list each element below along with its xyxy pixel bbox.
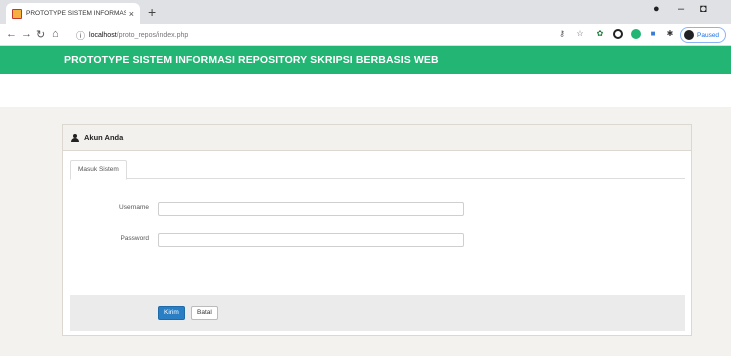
minimize-icon[interactable]: – [678, 3, 684, 15]
url-host: localhost [89, 31, 117, 39]
panel-tabs: Masuk Sistem [70, 160, 685, 180]
browser-tab-title: PROTOTYPE SISTEM INFORMASI [26, 10, 126, 17]
maximize-icon[interactable]: ◘ [700, 3, 707, 15]
account-circle-icon[interactable]: ● [653, 3, 660, 15]
avatar [684, 30, 694, 40]
page-body: Akun Anda Masuk Sistem Username Password… [0, 74, 731, 356]
url-path: /proto_repos/index.php [116, 31, 189, 39]
tab-close-icon[interactable]: × [129, 9, 134, 19]
cancel-button[interactable]: Batal [191, 306, 218, 320]
profile-label: Paused [697, 31, 720, 39]
top-strip [0, 74, 731, 107]
username-label: Username [119, 204, 149, 211]
password-label: Password [120, 235, 149, 242]
address-bar[interactable]: ⓘ localhost /proto_repos/index.php [76, 27, 536, 43]
tab-masuk-sistem[interactable]: Masuk Sistem [70, 160, 127, 180]
username-input[interactable] [158, 202, 464, 216]
panel-heading: Akun Anda [63, 125, 691, 151]
favicon-icon [12, 8, 22, 19]
site-title: PROTOTYPE SISTEM INFORMASI REPOSITORY SK… [64, 54, 439, 66]
puzzle-icon[interactable]: ✱ [665, 29, 675, 39]
home-icon[interactable]: ⌂ [52, 28, 59, 40]
new-tab-icon[interactable]: + [148, 4, 156, 20]
star-icon[interactable]: ☆ [575, 29, 585, 39]
submit-button[interactable]: Kirim [158, 306, 185, 320]
panel-title: Akun Anda [84, 133, 124, 142]
username-row: Username [63, 202, 693, 216]
login-panel: Akun Anda Masuk Sistem Username Password… [62, 124, 692, 336]
form-actions: Kirim Batal [70, 295, 685, 331]
extension-leaf-icon[interactable]: ✿ [595, 29, 605, 39]
back-arrow-icon[interactable]: ← [6, 28, 17, 40]
password-row: Password [63, 233, 693, 247]
browser-toolbar: ← → ↻ ⌂ ⓘ localhost /proto_repos/index.p… [0, 24, 731, 46]
browser-tab-strip: PROTOTYPE SISTEM INFORMASI × + ● – ◘ [0, 0, 731, 24]
profile-button[interactable]: Paused [680, 27, 727, 43]
info-icon[interactable]: ⓘ [76, 29, 85, 42]
browser-tab[interactable]: PROTOTYPE SISTEM INFORMASI × [6, 3, 140, 24]
extension-green-icon[interactable] [631, 29, 641, 39]
password-input[interactable] [158, 233, 464, 247]
user-icon [71, 133, 79, 142]
forward-arrow-icon[interactable]: → [21, 28, 32, 40]
site-header: PROTOTYPE SISTEM INFORMASI REPOSITORY SK… [0, 46, 731, 74]
reload-icon[interactable]: ↻ [36, 28, 45, 41]
extension-ring-icon[interactable] [613, 29, 623, 39]
extension-blue-icon[interactable]: ■ [648, 29, 658, 39]
key-icon[interactable]: ⚷ [557, 29, 567, 39]
